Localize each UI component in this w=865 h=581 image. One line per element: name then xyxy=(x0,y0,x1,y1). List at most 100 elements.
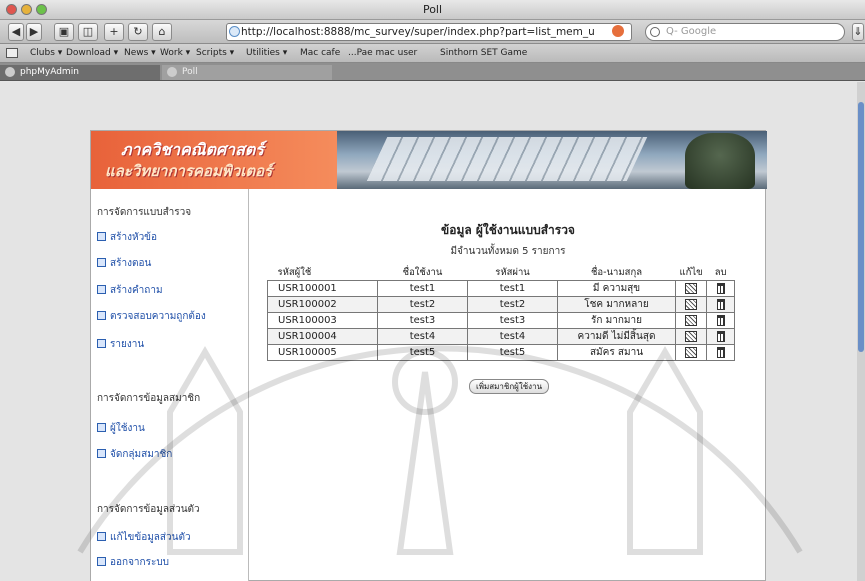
window-titlebar: Poll xyxy=(0,0,865,20)
cell-id: USR100002 xyxy=(267,296,378,313)
downloads-button[interactable]: ⇓ xyxy=(852,23,864,41)
print-button[interactable]: ▣ xyxy=(54,23,74,41)
sidebar-item-create-question[interactable]: สร้างคำถาม xyxy=(97,283,163,298)
sidebar-item-create-topic[interactable]: สร้างหัวข้อ xyxy=(97,230,157,245)
search-field[interactable]: Q- Google xyxy=(645,23,845,41)
edit-cell xyxy=(674,328,708,345)
sidebar: การจัดการแบบสำรวจ สร้างหัวข้อ สร้างตอน ส… xyxy=(91,189,249,581)
edit-icon[interactable] xyxy=(685,314,698,326)
browser-toolbar: ◀ ▶ ▣ ◫ + ↻ ⌂ http://localhost:8888/mc_s… xyxy=(0,20,865,44)
column-header-username: ชื่อใช้งาน xyxy=(402,267,443,278)
scrollbar-thumb[interactable] xyxy=(858,102,864,352)
sidebar-item-report[interactable]: รายงาน xyxy=(97,337,144,352)
sidebar-heading-members: การจัดการข้อมูลสมาชิก xyxy=(97,393,201,404)
page-title: ข้อมูล ผู้ใช้งานแบบสำรวจ xyxy=(441,223,575,237)
table-row: USR100005 test5 test5 สมัคร สมาน xyxy=(267,344,736,361)
table-row: USR100002 test2 test2 โชค มากหลาย xyxy=(267,296,736,313)
web-page: ภาควิชาคณิตศาสตร์ และวิทยาการคอมพิวเตอร์… xyxy=(90,130,767,581)
cell-password: test5 xyxy=(467,344,558,361)
column-header-edit: แก้ไข xyxy=(679,267,703,278)
bullet-icon xyxy=(97,232,106,241)
close-tab-icon[interactable] xyxy=(167,67,177,77)
sidebar-heading-profile: การจัดการข้อมูลส่วนตัว xyxy=(97,504,200,515)
address-bar[interactable]: http://localhost:8888/mc_survey/super/in… xyxy=(226,23,632,41)
download-icon: ⇓ xyxy=(853,25,863,38)
delete-cell xyxy=(706,280,736,297)
column-header-id: รหัสผู้ใช้ xyxy=(277,267,312,278)
edit-cell xyxy=(674,280,708,297)
cell-fullname: สมัคร สมาน xyxy=(557,344,676,361)
bookmark-work[interactable]: Work ▾ xyxy=(160,48,190,58)
members-table: รหัสผู้ใช้ ชื่อใช้งาน รหัสผ่าน ชื่อ-นามส… xyxy=(267,265,736,361)
bookmark-download[interactable]: Download ▾ xyxy=(66,48,118,58)
cell-password: test4 xyxy=(467,328,558,345)
back-arrow-icon: ◀ xyxy=(11,25,21,38)
bullet-icon xyxy=(97,423,106,432)
trash-icon[interactable] xyxy=(716,314,725,326)
sidebar-item-users[interactable]: ผู้ใช้งาน xyxy=(97,421,145,436)
edit-icon[interactable] xyxy=(685,346,698,358)
bullet-icon xyxy=(97,532,106,541)
add-member-button[interactable]: เพิ่มสมาชิกผู้ใช้งาน xyxy=(469,379,549,394)
column-header-delete: ลบ xyxy=(714,267,727,278)
tab-phpmyadmin[interactable]: phpMyAdmin xyxy=(0,65,160,80)
bookmarks-bar: Clubs ▾ Download ▾ News ▾ Work ▾ Scripts… xyxy=(0,44,865,63)
stop-reload-icon[interactable] xyxy=(612,25,624,37)
close-tab-icon[interactable] xyxy=(5,67,15,77)
sidebar-item-edit-profile[interactable]: แก้ไขข้อมูลส่วนตัว xyxy=(97,530,191,545)
cell-username: test3 xyxy=(377,312,468,329)
address-text: http://localhost:8888/mc_survey/super/in… xyxy=(241,26,595,38)
banner-title-block: ภาควิชาคณิตศาสตร์ และวิทยาการคอมพิวเตอร์ xyxy=(91,131,337,189)
cell-password: test2 xyxy=(467,296,558,313)
reader-button[interactable]: ◫ xyxy=(78,23,98,41)
delete-cell xyxy=(706,296,736,313)
edit-icon[interactable] xyxy=(685,282,698,294)
forward-button[interactable]: ▶ xyxy=(26,23,42,41)
window-title: Poll xyxy=(422,3,443,16)
printer-icon: ▣ xyxy=(58,25,70,38)
home-button[interactable]: ⌂ xyxy=(152,23,172,41)
sidebar-item-logout[interactable]: ออกจากระบบ xyxy=(97,555,169,570)
bookmark-scripts[interactable]: Scripts ▾ xyxy=(196,48,234,58)
bullet-icon xyxy=(97,557,106,566)
cell-id: USR100001 xyxy=(267,280,378,297)
tab-label: Poll xyxy=(182,67,198,77)
delete-cell xyxy=(706,344,736,361)
cell-id: USR100005 xyxy=(267,344,378,361)
tab-poll[interactable]: Poll xyxy=(162,65,332,80)
banner-image xyxy=(337,131,767,189)
plus-icon: + xyxy=(109,25,119,38)
cell-password: test1 xyxy=(467,280,558,297)
sidebar-heading-survey: การจัดการแบบสำรวจ xyxy=(97,207,192,218)
bookmarks-book-icon[interactable] xyxy=(6,48,18,58)
statue-graphic xyxy=(685,133,755,189)
cell-fullname: โชค มากหลาย xyxy=(557,296,676,313)
bullet-icon xyxy=(97,258,106,267)
edit-icon[interactable] xyxy=(685,330,698,342)
edit-cell xyxy=(674,312,708,329)
bookmark-news[interactable]: News ▾ xyxy=(124,48,156,58)
trash-icon[interactable] xyxy=(716,298,725,310)
edit-icon[interactable] xyxy=(685,298,698,310)
bookmark-clubs[interactable]: Clubs ▾ xyxy=(30,48,62,58)
sidebar-item-create-part[interactable]: สร้างตอน xyxy=(97,256,151,271)
cell-username: test5 xyxy=(377,344,468,361)
add-bookmark-button[interactable]: + xyxy=(104,23,124,41)
sidebar-item-validate[interactable]: ตรวจสอบความถูกต้อง xyxy=(97,309,206,324)
bookmark-sinthorn-set-game[interactable]: Sinthorn SET Game xyxy=(440,48,527,58)
edit-cell xyxy=(674,296,708,313)
trash-icon[interactable] xyxy=(716,330,725,342)
trash-icon[interactable] xyxy=(716,346,725,358)
bookmark-pae-mac-user[interactable]: ...Pae mac user xyxy=(348,48,417,58)
bookmark-mac-cafe[interactable]: Mac cafe xyxy=(300,48,340,58)
bullet-icon xyxy=(97,311,106,320)
sidebar-item-member-groups[interactable]: จัดกลุ่มสมาชิก xyxy=(97,447,172,462)
trash-icon[interactable] xyxy=(716,282,725,294)
table-header-row: รหัสผู้ใช้ ชื่อใช้งาน รหัสผ่าน ชื่อ-นามส… xyxy=(268,265,735,281)
cell-fullname: ความดี ไม่มีสิ้นสุด xyxy=(557,328,676,345)
reload-button[interactable]: ↻ xyxy=(128,23,148,41)
table-row: USR100003 test3 test3 รัก มากมาย xyxy=(267,312,736,329)
bullet-icon xyxy=(97,285,106,294)
bookmark-utilities[interactable]: Utilities ▾ xyxy=(246,48,287,58)
back-button[interactable]: ◀ xyxy=(8,23,24,41)
